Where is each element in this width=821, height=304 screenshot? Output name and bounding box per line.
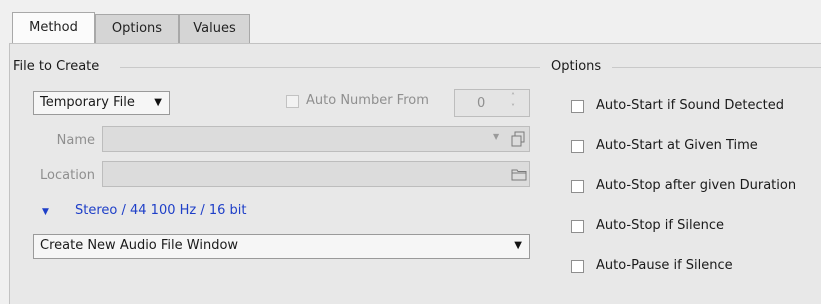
auto-number-value: 0 [477,96,486,111]
auto-stop-silence-checkbox[interactable] [571,220,584,233]
action-value: Create New Audio File Window [40,238,239,253]
name-field[interactable]: ▼ [102,126,530,152]
copy-icon[interactable] [510,131,526,147]
folder-icon[interactable] [511,167,527,181]
name-label: Name [56,133,95,148]
auto-start-time-label: Auto-Start at Given Time [596,138,758,153]
tab-values[interactable]: Values [179,14,250,43]
options-divider [612,67,821,68]
auto-pause-silence-label: Auto-Pause if Silence [596,258,733,273]
auto-number-checkbox[interactable] [286,95,299,108]
auto-stop-silence-label: Auto-Stop if Silence [596,218,724,233]
location-field[interactable] [102,161,530,187]
file-type-value: Temporary File [40,95,135,110]
triangle-down-icon: ▼ [154,97,162,108]
auto-number-label: Auto Number From [306,93,429,108]
triangle-down-icon[interactable]: ▼ [42,207,49,217]
file-type-dropdown[interactable]: Temporary File ▼ [33,91,170,115]
format-summary-link[interactable]: Stereo / 44 100 Hz / 16 bit [75,203,247,218]
auto-start-sound-label: Auto-Start if Sound Detected [596,98,784,113]
auto-start-sound-checkbox[interactable] [571,100,584,113]
tab-options[interactable]: Options [95,14,179,43]
auto-number-stepper[interactable]: 0 ˄ ˅ [454,89,530,117]
name-dropdown-icon[interactable]: ▼ [493,132,499,141]
tab-method[interactable]: Method [12,12,95,44]
tab-bar: Method Options Values [0,0,821,44]
auto-stop-duration-label: Auto-Stop after given Duration [596,178,797,193]
file-to-create-title: File to Create [13,59,100,74]
auto-pause-silence-checkbox[interactable] [571,260,584,273]
options-title: Options [551,59,602,74]
auto-start-time-checkbox[interactable] [571,140,584,153]
location-label: Location [40,168,95,183]
auto-stop-duration-checkbox[interactable] [571,180,584,193]
triangle-down-icon: ▼ [514,240,522,251]
spin-down-icon[interactable]: ˅ [511,102,515,114]
file-to-create-divider [120,67,540,68]
action-dropdown[interactable]: Create New Audio File Window ▼ [33,234,530,259]
